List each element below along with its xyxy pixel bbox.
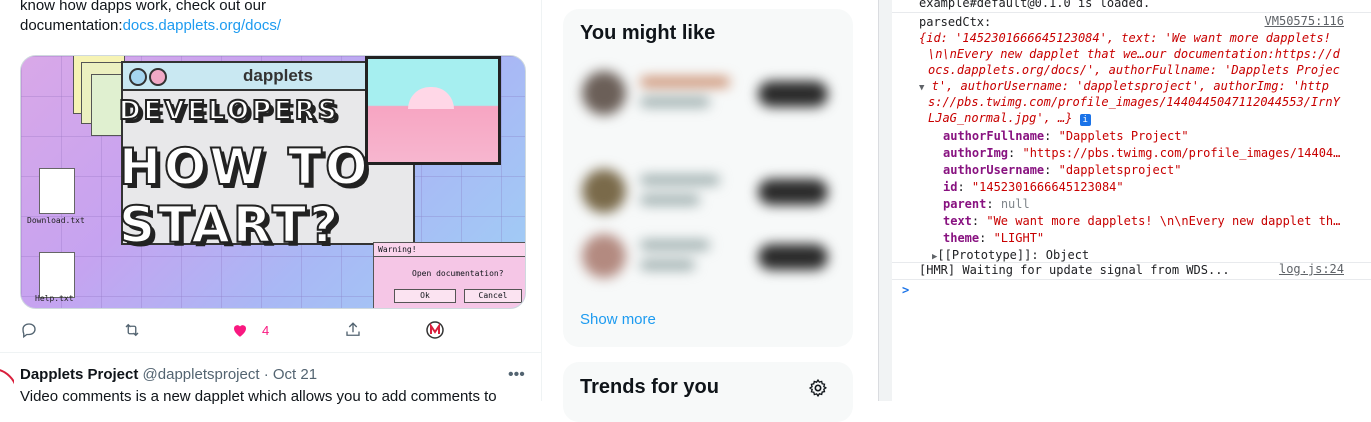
expand-triangle-icon[interactable]: ▼ [919,83,924,93]
suggestion-row[interactable] [580,71,840,115]
show-more-link[interactable]: Show more [580,311,656,328]
file-icon [39,168,75,214]
prop-key: parent [943,197,987,211]
prop-row: text: "We want more dapplets! \n\nEvery … [943,214,1341,228]
dapplets-icon [426,321,444,339]
prop-value: "Dapplets Project" [1058,129,1189,143]
file-label-help: Help.txt [35,294,74,303]
prop-key: id [943,180,958,194]
heart-icon [234,325,246,337]
you-might-like-heading: You might like [580,22,716,44]
tweet-image-card[interactable]: dapplets DEVELOPERS HOW TO START? Downlo… [20,55,526,309]
dialog-title: Warning! [374,243,525,257]
dapplet-button[interactable] [425,318,445,342]
prop-value: "LIGHT" [993,231,1045,245]
more-options-icon[interactable]: ••• [508,366,525,384]
summary-text: \n\nEvery new dapplet that we…our docume… [928,47,1340,61]
headline-how-to: HOW TO [118,137,371,197]
tweet-line-1: know how dapps work, check out our [20,0,266,14]
reply-icon [22,323,36,339]
column-divider [541,0,542,401]
retweet-icon [125,323,139,337]
tweet-divider [0,352,541,353]
prop-row: authorUsername: "dappletsproject" [943,163,1182,177]
docs-link[interactable]: docs.dapplets.org/docs/ [123,17,281,34]
file-label-download: Download.txt [27,216,85,225]
share-button[interactable] [344,318,362,342]
next-tweet-header: Dapplets Project @dappletsproject · Oct … [20,366,317,383]
dapplets-logo: dapplets [243,66,313,85]
tweet-date[interactable]: · Oct 21 [264,366,317,383]
prop-row: parent: null [943,197,1030,211]
window-dot-icon [149,68,167,86]
window-dot-icon [129,68,147,86]
tweet-actions: 4 [20,318,460,342]
avatar[interactable] [0,366,14,401]
devtools-resize-gutter[interactable] [878,0,893,401]
settings-gear-icon[interactable] [808,378,828,398]
dialog-ok-button: Ok [394,289,456,303]
share-icon [346,322,360,336]
sunset-window [365,56,501,165]
prop-value: "1452301666645123084" [971,180,1124,194]
author-name[interactable]: Dapplets Project [20,366,138,383]
source-link-vm[interactable]: VM50575:116 [1265,14,1344,28]
summary-text: LJaG_normal.jpg', …} [928,111,1073,125]
headline-start: START? [118,195,342,255]
like-count: 4 [262,322,270,338]
trends-panel: Trends for you [563,362,853,422]
prop-row: authorImg: "https://pbs.twimg.com/profil… [943,146,1341,160]
summary-text: t', authorUsername: 'dappletsproject', a… [931,79,1330,93]
summary-text: s://pbs.twimg.com/profile_images/1440445… [928,95,1340,109]
suggestion-row[interactable] [580,169,840,213]
prop-key: authorUsername [943,163,1045,177]
prop-value: "https://pbs.twimg.com/profile_images/14… [1022,146,1341,160]
info-icon[interactable]: i [1079,114,1091,126]
summary-text: ocs.dapplets.org/docs/', authorFullname:… [928,63,1340,77]
next-tweet-text: Video comments is a new dapplet which al… [20,388,497,405]
warning-dialog: Warning! Open documentation? Ok Cancel [373,242,525,308]
you-might-like-panel: You might like Show more [563,9,853,347]
headline-developers: DEVELOPERS [118,95,340,127]
dialog-message: Open documentation? [412,269,504,278]
prop-key: authorFullname [943,129,1045,143]
prototype-text: [[Prototype]]: Object [937,248,1090,262]
prop-key: text [943,214,972,228]
prop-row: authorFullname: "Dapplets Project" [943,129,1189,143]
file-icon [39,252,75,298]
suggestion-row[interactable] [580,234,840,278]
like-button[interactable]: 4 [230,318,269,342]
author-handle[interactable]: @dappletsproject [143,366,260,383]
prop-row: theme: "LIGHT" [943,231,1045,245]
devtools-console: example#default@0.1.0 is loaded. parsedC… [892,0,1371,401]
console-prompt[interactable]: > [902,282,909,299]
tweet-line-2-prefix: documentation: [20,17,123,34]
tweet-text: know how dapps work, check out our docum… [20,0,520,36]
prop-value: "We want more dapplets! \n\nEvery new da… [986,214,1341,228]
prop-value: "dappletsproject" [1058,163,1182,177]
prop-key: authorImg [943,146,1009,160]
object-summary-line[interactable]: {id: '1452301666645123084', text: 'We wa… [919,30,1331,47]
summary-text: {id: '1452301666645123084', text: 'We wa… [919,31,1331,45]
reply-button[interactable] [20,318,38,342]
prop-key: theme [943,231,980,245]
source-link-log[interactable]: log.js:24 [1279,262,1344,276]
console-loaded-line: example#default@0.1.0 is loaded. [919,0,1151,10]
trends-heading: Trends for you [580,376,719,398]
hmr-line: [HMR] Waiting for update signal from WDS… [919,263,1230,277]
console-label: parsedCtx: [919,15,992,29]
tweet-line-2: documentation:docs.dapplets.org/docs/ [20,16,520,36]
dialog-cancel-button: Cancel [464,289,522,303]
retweet-button[interactable] [122,318,142,342]
prop-value: null [1000,197,1030,211]
prop-row: id: "1452301666645123084" [943,180,1124,194]
